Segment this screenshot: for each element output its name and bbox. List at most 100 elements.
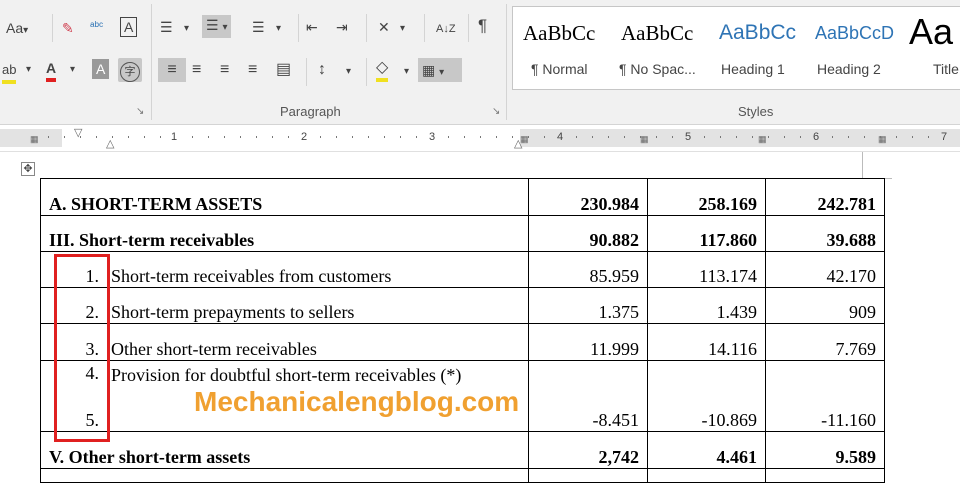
ruler-tick xyxy=(400,136,401,138)
row-label-text: III. Short-term receivables xyxy=(49,230,255,250)
ruler-tick xyxy=(192,136,193,138)
character-border-icon[interactable]: A xyxy=(120,17,138,37)
row-label-text: Other short-term receivables xyxy=(111,339,317,359)
value-cell: 9.589 xyxy=(765,431,885,469)
enclose-characters-icon[interactable]: 字 xyxy=(118,58,142,82)
value-cell: 1.439 xyxy=(647,287,766,324)
financial-table: A. SHORT-TERM ASSETS 230.984 258.169 242… xyxy=(40,178,885,483)
bullets-icon[interactable]: ☰ xyxy=(160,17,173,37)
ruler-margin-right xyxy=(520,129,960,147)
numbering-icon[interactable]: ☰ ▾ xyxy=(202,15,232,38)
style-heading-1[interactable]: AaBbCc Heading 1 xyxy=(709,7,805,89)
ruler-number: 5 xyxy=(685,131,692,143)
row-label-text: Short-term prepayments to sellers xyxy=(111,302,355,322)
ruler-tick xyxy=(800,136,801,138)
borders-icon[interactable]: ▦ ▾ xyxy=(418,58,462,82)
chevron-down-icon[interactable]: ▾ xyxy=(70,60,75,80)
ruler-tick xyxy=(160,136,161,138)
ruler-tick xyxy=(704,136,705,138)
ruler-tick xyxy=(848,136,849,138)
ruler-tick xyxy=(112,136,113,138)
font-color-icon[interactable]: A xyxy=(46,58,57,82)
row-label-text: Short-term receivables from customers xyxy=(111,266,392,286)
horizontal-ruler[interactable]: ▦ ▽ △ △ ▦ ▦ ▦ ▦ 1 2 3 4 5 6 7 xyxy=(0,125,960,152)
ruler-tick xyxy=(288,136,289,138)
style-name: ¶ Normal xyxy=(531,61,588,77)
document-page[interactable]: ✥ A. SHORT-TERM ASSETS 230.984 258.169 2… xyxy=(0,152,960,483)
separator xyxy=(468,14,469,42)
chevron-down-icon[interactable]: ▾ xyxy=(26,60,31,80)
ruler-tick xyxy=(416,136,417,138)
ruler-tick xyxy=(464,136,465,138)
character-shading-icon[interactable]: A xyxy=(92,59,110,79)
table-column-marker[interactable]: ▦ xyxy=(30,134,39,145)
chevron-down-icon[interactable]: ▾ xyxy=(346,62,351,82)
shading-icon[interactable]: ◇ xyxy=(376,58,389,82)
justify-icon[interactable]: ≡ xyxy=(248,60,257,80)
ruler-tick xyxy=(240,136,241,138)
sort-icon[interactable]: A↓Z xyxy=(436,19,456,39)
row-label-text: Provision for doubtful short-term receiv… xyxy=(111,365,462,385)
borders-glyph: ▦ xyxy=(422,62,436,78)
style-sample: AaBbCc xyxy=(621,21,694,45)
change-case-label: Aa xyxy=(6,20,24,36)
chevron-down-icon[interactable]: ▾ xyxy=(404,62,409,82)
style-title[interactable]: Aa Title xyxy=(901,7,960,89)
highlight-icon[interactable]: ab xyxy=(2,60,17,84)
value-cell: 39.688 xyxy=(765,215,885,252)
style-name: Heading 2 xyxy=(817,61,881,77)
chevron-down-icon[interactable]: ▾ xyxy=(276,19,281,39)
ruler-tick xyxy=(928,136,929,138)
table-row: 2. Short-term prepayments to sellers 1.37… xyxy=(40,287,885,324)
table-column-marker[interactable]: ▦ xyxy=(640,134,649,145)
table-column-marker[interactable]: ▦ xyxy=(758,134,767,145)
ruler-tick xyxy=(80,136,81,138)
asian-layout-icon[interactable]: ✕ xyxy=(378,17,390,37)
ruler-tick xyxy=(96,136,97,138)
style-no-spacing[interactable]: AaBbCc ¶ No Spac... xyxy=(611,7,709,89)
clear-formatting-icon[interactable]: ✎ xyxy=(62,18,74,38)
multilevel-list-icon[interactable]: ☰ xyxy=(252,17,265,37)
align-center-icon[interactable]: ≡ xyxy=(192,60,201,80)
paragraph-dialog-launcher-icon[interactable]: ↘ xyxy=(492,106,500,117)
ruler-tick xyxy=(736,136,737,138)
chevron-down-icon[interactable]: ▾ xyxy=(184,19,189,39)
style-name: ¶ No Spac... xyxy=(619,61,696,77)
value-cell: 117.860 xyxy=(647,215,766,252)
decrease-indent-icon[interactable]: ⇤ xyxy=(306,17,318,37)
chevron-down-icon[interactable]: ▾ xyxy=(400,19,405,39)
hanging-indent-marker[interactable]: △ xyxy=(106,137,114,150)
align-left-icon[interactable]: ≡ xyxy=(158,58,186,82)
show-formatting-marks-icon[interactable]: ¶ xyxy=(478,16,487,36)
value-cell: 1.375 xyxy=(528,287,648,324)
separator xyxy=(52,14,53,42)
paragraph-group-label: Paragraph xyxy=(280,104,341,119)
ruler-tick xyxy=(656,136,657,138)
distributed-icon[interactable]: ▤ xyxy=(276,60,291,80)
ruler-tick xyxy=(448,136,449,138)
group-separator xyxy=(151,4,152,120)
ruler-tick xyxy=(896,136,897,138)
ruler-tick xyxy=(752,136,753,138)
ruler-tick xyxy=(480,136,481,138)
phonetic-guide-icon[interactable]: ᵃᵇᶜ xyxy=(90,16,103,36)
value-cell: 113.174 xyxy=(647,251,766,288)
align-right-icon[interactable]: ≡ xyxy=(220,60,229,80)
first-line-indent-marker[interactable]: ▽ xyxy=(74,126,82,139)
ruler-tick xyxy=(528,136,529,138)
ruler-tick xyxy=(768,136,769,138)
increase-indent-icon[interactable]: ⇥ xyxy=(336,17,348,37)
ruler-tick xyxy=(384,136,385,138)
table-move-handle-icon[interactable]: ✥ xyxy=(21,162,35,176)
ruler-tick xyxy=(48,136,49,138)
row-label: III. Short-term receivables xyxy=(40,215,529,252)
value-cell: 242.781 xyxy=(765,178,885,216)
style-normal[interactable]: AaBbCc ¶ Normal xyxy=(513,7,611,89)
change-case-button[interactable]: Aa▾ xyxy=(6,18,28,41)
line-spacing-icon[interactable]: ↕ xyxy=(318,60,326,80)
font-dialog-launcher-icon[interactable]: ↘ xyxy=(136,106,144,117)
row-label: 2. Short-term prepayments to sellers xyxy=(40,287,529,324)
value-cell: 42.170 xyxy=(765,251,885,288)
ruler-number: 3 xyxy=(429,131,436,143)
style-heading-2[interactable]: AaBbCcD Heading 2 xyxy=(805,7,901,89)
